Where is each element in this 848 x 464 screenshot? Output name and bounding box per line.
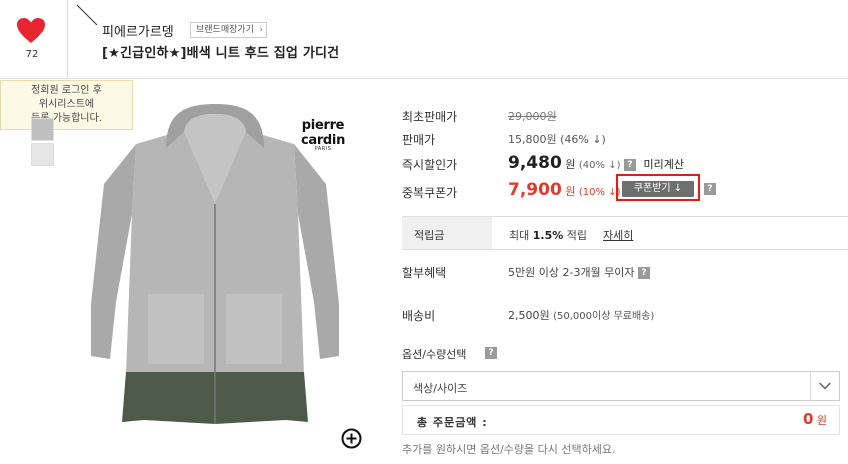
original-price-label: 최초판매가 [402,110,458,124]
coupon-price-row: 7,900 원 (10% ↓) [508,180,621,200]
sale-price: 15,800원 (46% ↓) [508,133,606,146]
shipping-value: 2,500원 [508,309,550,322]
coupon-price-pct: (10% ↓) [578,187,621,198]
shipping-note: (50,000이상 무료배송) [553,311,655,322]
decorative-slash [76,4,98,26]
options-label: 옵션/수량선택 [402,348,467,361]
coupon-price-label: 중복쿠폰가 [402,186,458,200]
wishlist-box[interactable]: 72 [0,0,68,78]
brand-logo-text: pierre cardin [300,118,346,148]
tooltip-line-1: 정회원 로그인 후 [31,85,102,96]
points-detail-link[interactable]: 자세히 [603,227,633,243]
instant-price-unit: 원 [565,158,576,171]
get-coupon-button[interactable]: 쿠폰받기 ↓ [622,181,694,197]
help-note: 추가를 원하시면 옵션/수량을 다시 선택하세요. [402,443,616,456]
points-label-cell: 적립금 [402,217,492,249]
product-image [91,104,339,424]
chevron-down-icon [810,372,831,400]
zoom-icon[interactable] [341,428,362,449]
header-divider [0,78,848,79]
chevron-right-icon: › [259,25,263,35]
points-row: 적립금 최대 1.5% 적립 자세히 [402,216,848,250]
brand-name[interactable]: 피에르가르뎅 [102,21,174,40]
shipping-label: 배송비 [402,309,436,323]
points-text: 최대 1.5% 적립 [509,227,587,243]
preview-calc-link[interactable]: 미리계산 [644,158,684,171]
help-icon[interactable]: ? [638,267,651,279]
shipping-row: 2,500원 (50,000이상 무료배송) [508,307,654,323]
coupon-price-unit: 원 [565,185,576,198]
total-amount-row: 0 원 [803,410,827,428]
instant-price-label: 즉시할인가 [402,158,458,172]
points-label: 적립금 [414,229,445,242]
product-thumbnail-1[interactable] [31,118,54,141]
installment-row: 5만원 이상 2-3개월 무이자 ? [508,264,651,280]
help-icon[interactable]: ? [485,347,497,359]
brand-store-label: 브랜드매장가기 [196,25,254,35]
original-price: 29,000원 [508,110,557,123]
product-thumbnail-2[interactable] [31,143,54,166]
sale-price-label: 판매가 [402,133,436,147]
heart-icon[interactable] [17,18,45,44]
total-amount: 0 [802,410,814,428]
total-unit: 원 [816,414,827,427]
coupon-price: 7,900 [508,180,562,200]
option-select[interactable]: 색상/사이즈 [402,371,840,401]
brand-logo: pierre cardin PARIS [278,118,368,152]
option-select-value: 색상/사이즈 [413,382,468,395]
instant-price: 9,480 [508,153,562,173]
instant-price-row: 9,480 원 (40% ↓) ? 미리계산 [508,153,684,173]
points-suffix: 적립 [566,229,588,242]
points-prefix: 최대 [509,229,530,242]
installment-value: 5만원 이상 2-3개월 무이자 [508,266,635,279]
help-icon[interactable]: ? [704,183,716,195]
total-order-box: 총 주문금액 : 0 원 [402,405,840,435]
installment-label: 할부혜택 [402,266,447,280]
help-icon[interactable]: ? [624,159,636,171]
points-rate: 1.5% [532,229,564,242]
instant-price-pct: (40% ↓) [578,160,621,171]
brand-store-button[interactable]: 브랜드매장가기 › [190,22,267,38]
product-title: [★긴급인하★]배색 니트 후드 집업 가디건 [102,46,340,61]
wish-count: 72 [25,49,39,60]
total-label: 총 주문금액 : [417,416,488,429]
brand-logo-sub: PARIS [314,146,332,152]
